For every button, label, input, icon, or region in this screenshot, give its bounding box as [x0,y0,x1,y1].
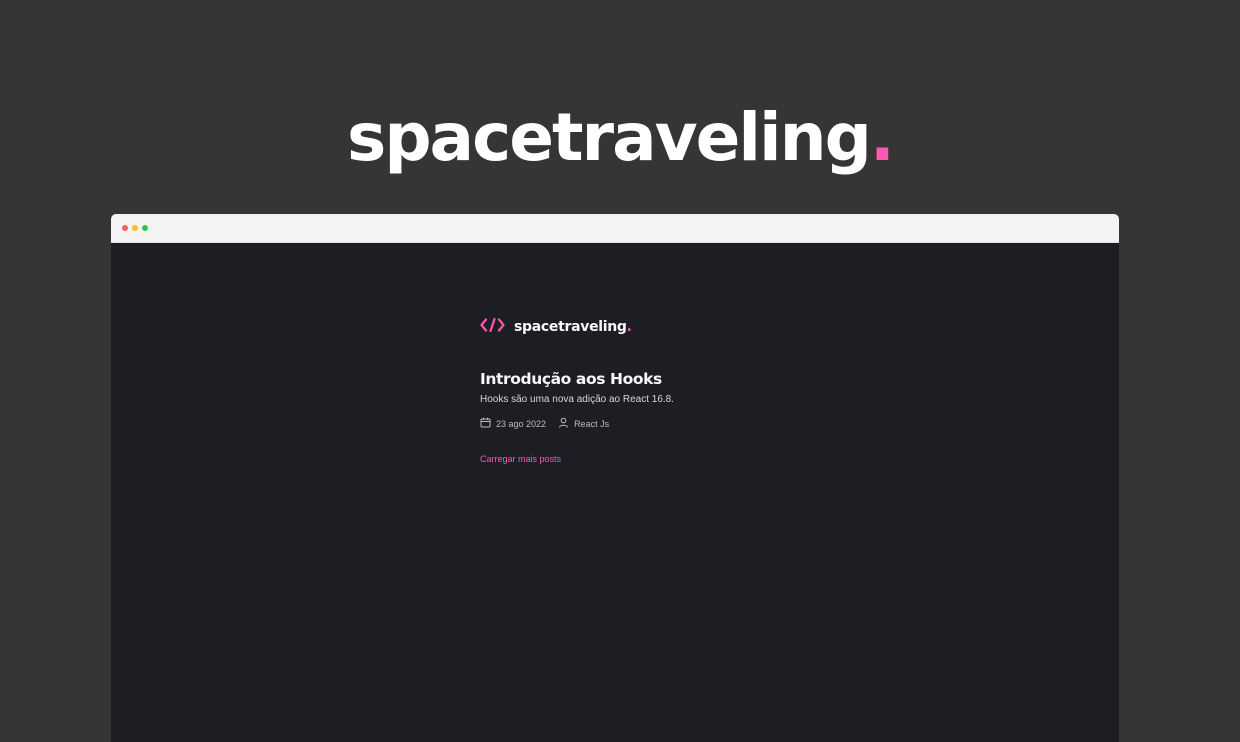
calendar-icon [480,417,491,430]
post-author: React Js [558,417,609,430]
post-meta: 23 ago 2022 React Js [480,417,880,430]
hero-brand: spacetraveling [347,99,872,176]
logo-text: spacetraveling. [514,319,632,335]
hero-dot: . [869,99,895,176]
browser-viewport: spacetraveling. Introdução aos Hooks Hoo… [111,243,1119,742]
post-subtitle: Hooks são uma nova adição ao React 16.8. [480,394,675,405]
close-traffic-light[interactable] [122,225,128,231]
post-date-text: 23 ago 2022 [496,418,547,429]
post-title[interactable]: Introdução aos Hooks [480,370,880,388]
hero-title: spacetraveling. [0,98,1240,178]
browser-window: spacetraveling. Introdução aos Hooks Hoo… [111,214,1119,742]
post-date: 23 ago 2022 [480,417,546,430]
code-brackets-icon [480,317,505,337]
app-logo[interactable]: spacetraveling. [480,317,880,337]
browser-chrome [111,214,1119,243]
maximize-traffic-light[interactable] [142,225,148,231]
post-author-text: React Js [574,418,610,429]
minimize-traffic-light[interactable] [132,225,138,231]
load-more-link[interactable]: Carregar mais posts [480,454,561,464]
logo-dot: . [626,319,632,335]
posts-page: spacetraveling. Introdução aos Hooks Hoo… [480,317,880,467]
user-icon [558,417,569,430]
post-item[interactable]: Introdução aos Hooks Hooks são uma nova … [480,370,880,430]
logo-brand: spacetraveling [514,319,627,335]
